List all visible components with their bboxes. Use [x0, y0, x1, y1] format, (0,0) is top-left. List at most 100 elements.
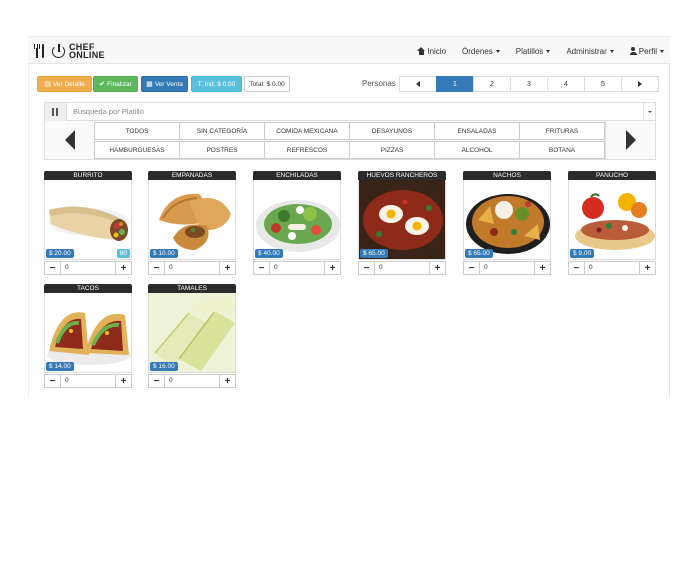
- search-dropdown-toggle[interactable]: [643, 103, 655, 121]
- increase-button[interactable]: +: [534, 262, 550, 274]
- category-hamburguesas[interactable]: HAMBURGUESAS: [94, 141, 180, 159]
- decrease-button[interactable]: −: [464, 262, 480, 274]
- ver-detalle-button[interactable]: ▤ Ver Detalle: [37, 76, 92, 92]
- tacos-image[interactable]: $ 14.00: [44, 293, 132, 373]
- category-postres[interactable]: POSTRES: [179, 141, 265, 159]
- nachos-image[interactable]: $ 65.00: [463, 180, 551, 260]
- price-badge: $ 16.00: [150, 362, 178, 371]
- burrito-image[interactable]: $ 20.00 80: [44, 180, 132, 260]
- decrease-button[interactable]: −: [569, 262, 585, 274]
- main-nav: Inicio Órdenes Platillos Administrar Per…: [401, 37, 664, 65]
- product-card-nachos[interactable]: NACHOS $ 65.00 − 0 +: [463, 171, 551, 275]
- quantity-input[interactable]: 0: [61, 262, 115, 274]
- category-sin-categoria[interactable]: SIN CATEGORÍA: [179, 122, 265, 140]
- nav-inicio-label: Inicio: [427, 46, 447, 56]
- pager-page-1[interactable]: 1: [436, 76, 474, 92]
- product-name: ENCHILADAS: [253, 171, 341, 180]
- decrease-button[interactable]: −: [254, 262, 270, 274]
- nav-administrar[interactable]: Administrar: [566, 47, 614, 56]
- search-input[interactable]: Busqueda por Platillo: [73, 107, 144, 116]
- empanadas-image[interactable]: $ 10.00: [148, 180, 236, 260]
- product-name: NACHOS: [463, 171, 551, 180]
- caret-down-icon: [495, 49, 500, 53]
- caret-down-icon: [609, 49, 614, 53]
- category-frituras[interactable]: FRITURAS: [519, 122, 605, 140]
- pager-next[interactable]: [621, 76, 659, 92]
- quantity-input[interactable]: 0: [480, 262, 534, 274]
- chef-online-logo[interactable]: CHEF ONLINE: [34, 41, 105, 61]
- price-badge: $ 14.00: [46, 362, 74, 371]
- increase-button[interactable]: +: [115, 375, 131, 387]
- quantity-input[interactable]: 0: [165, 262, 219, 274]
- search-addon: [45, 103, 67, 121]
- check-icon: ✔: [99, 81, 106, 88]
- nav-inicio[interactable]: Inicio: [417, 47, 446, 56]
- decrease-button[interactable]: −: [45, 262, 61, 274]
- product-card-burrito[interactable]: BURRITO $ 20.00 80 − 0 +: [44, 171, 132, 275]
- category-grid: TODOS SIN CATEGORÍA COMIDA MEXICANA DESA…: [94, 122, 605, 159]
- quantity-input[interactable]: 0: [270, 262, 324, 274]
- category-pizzas[interactable]: PIZZAS: [349, 141, 435, 159]
- pager-prev[interactable]: [399, 76, 437, 92]
- tamales-image[interactable]: $ 16.00: [148, 293, 236, 373]
- category-prev-button[interactable]: [44, 121, 95, 159]
- quantity-input[interactable]: 0: [61, 375, 115, 387]
- product-card-tacos[interactable]: TACOS $ 14.00 − 0 +: [44, 284, 132, 388]
- increase-button[interactable]: +: [219, 262, 235, 274]
- finalizar-button[interactable]: ✔ Finalizar: [93, 76, 138, 92]
- increase-button[interactable]: +: [429, 262, 445, 274]
- increase-button[interactable]: +: [639, 262, 655, 274]
- enchiladas-image[interactable]: $ 40.00: [253, 180, 341, 260]
- nav-perfil[interactable]: Perfil: [629, 47, 664, 56]
- product-card-tamales[interactable]: TAMALES $ 16.00 − 0 +: [148, 284, 236, 388]
- cutlery-icon: [52, 108, 59, 116]
- product-name: TACOS: [44, 284, 132, 293]
- quantity-stepper: − 0 +: [148, 374, 236, 388]
- increase-button[interactable]: +: [324, 262, 340, 274]
- home-icon: [417, 47, 426, 55]
- increase-button[interactable]: +: [219, 375, 235, 387]
- category-comida-mexicana[interactable]: COMIDA MEXICANA: [264, 122, 350, 140]
- product-card-panucho[interactable]: PANUCHO $ 9.00 − 0 +: [568, 171, 656, 275]
- decrease-button[interactable]: −: [45, 375, 61, 387]
- pager-page-2[interactable]: 2: [473, 76, 511, 92]
- price-badge: $ 10.00: [150, 249, 178, 258]
- triangle-left-icon: [416, 81, 420, 87]
- category-next-button[interactable]: [605, 121, 656, 159]
- ver-detalle-label: Ver Detalle: [52, 80, 85, 88]
- decrease-button[interactable]: −: [149, 375, 165, 387]
- price-badge: $ 9.00: [570, 249, 595, 258]
- category-ensaladas[interactable]: ENSALADAS: [434, 122, 520, 140]
- pager-page-3[interactable]: 3: [510, 76, 548, 92]
- total-individual-label: T. Ind: $ 0.00: [197, 80, 236, 88]
- product-name: PANUCHO: [568, 171, 656, 180]
- ver-venta-button[interactable]: ▦ Ver Venta: [141, 76, 188, 92]
- decrease-button[interactable]: −: [149, 262, 165, 274]
- total-individual-badge[interactable]: T. Ind: $ 0.00: [191, 76, 242, 92]
- quantity-input[interactable]: 0: [585, 262, 639, 274]
- quantity-stepper: − 0 +: [148, 261, 236, 275]
- increase-button[interactable]: +: [115, 262, 131, 274]
- category-refrescos[interactable]: REFRESCOS: [264, 141, 350, 159]
- triangle-right-icon: [638, 81, 642, 87]
- nav-ordenes-label: Órdenes: [462, 46, 493, 56]
- category-todos[interactable]: TODOS: [94, 122, 180, 140]
- panucho-image[interactable]: $ 9.00: [568, 180, 656, 260]
- nav-ordenes[interactable]: Órdenes: [462, 47, 500, 56]
- quantity-input[interactable]: 0: [165, 375, 219, 387]
- tacos-picture: [47, 312, 131, 365]
- quantity-input[interactable]: 0: [375, 262, 429, 274]
- decrease-button[interactable]: −: [359, 262, 375, 274]
- huevos-rancheros-image[interactable]: $ 65.00: [358, 180, 446, 260]
- product-card-enchiladas[interactable]: ENCHILADAS $ 40.00 − 0 +: [253, 171, 341, 275]
- category-desayunos[interactable]: DESAYUNOS: [349, 122, 435, 140]
- product-card-empanadas[interactable]: EMPANADAS $ 10.00 − 0 +: [148, 171, 236, 275]
- pager-page-5[interactable]: 5: [584, 76, 622, 92]
- category-alcohol[interactable]: ALCOHOL: [434, 141, 520, 159]
- pager-page-4[interactable]: 4: [547, 76, 585, 92]
- navbar: CHEF ONLINE Inicio Órdenes Platillos Adm…: [28, 36, 670, 64]
- product-name: TAMALES: [148, 284, 236, 293]
- product-card-huevos-rancheros[interactable]: HUEVOS RANCHEROS $ 65.00 − 0 +: [358, 171, 446, 275]
- category-botana[interactable]: BOTANA: [519, 141, 605, 159]
- nav-platillos[interactable]: Platillos: [516, 47, 551, 56]
